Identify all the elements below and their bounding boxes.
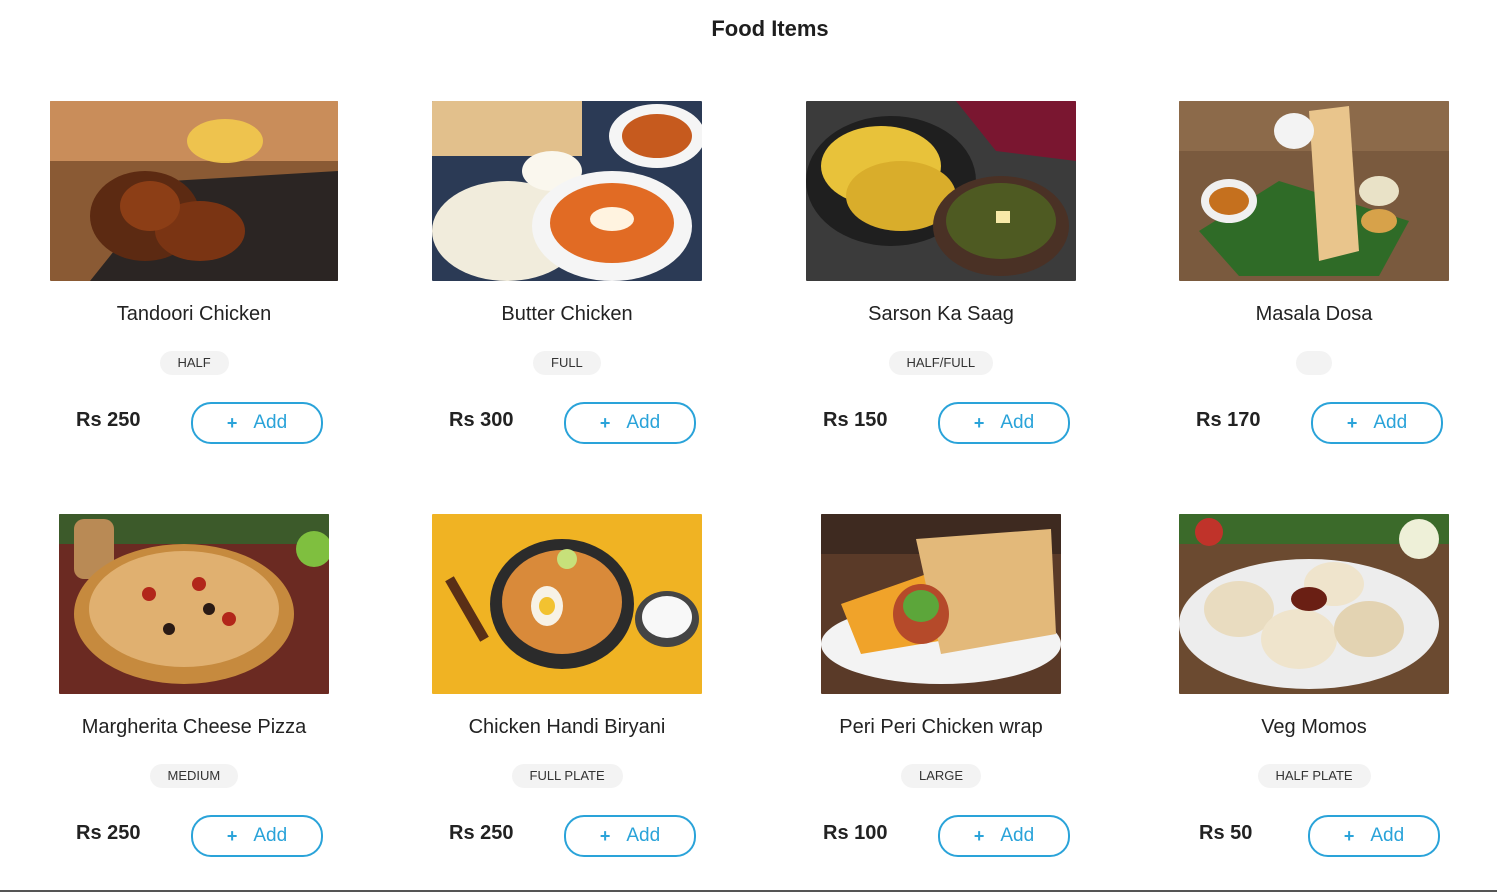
food-card-margherita-cheese-pizza: Margherita Cheese Pizza MEDIUM Rs 250 + … <box>44 514 344 857</box>
food-name: Veg Momos <box>1261 716 1367 738</box>
add-button[interactable]: + Add <box>191 402 323 444</box>
food-card-butter-chicken: Butter Chicken FULL Rs 300 + Add <box>417 101 717 444</box>
food-name: Margherita Cheese Pizza <box>81 716 307 738</box>
food-price: Rs 300 <box>449 409 514 431</box>
plus-icon: + <box>599 412 611 433</box>
page-title: Food Items <box>711 16 829 41</box>
food-image <box>432 514 702 694</box>
food-price: Rs 250 <box>76 822 141 844</box>
portion-tag <box>1296 351 1332 375</box>
plus-icon: + <box>1343 825 1355 846</box>
plus-icon: + <box>226 412 238 433</box>
food-card-sarson-ka-saag: Sarson Ka Saag HALF/FULL Rs 150 + Add <box>791 101 1091 444</box>
add-button[interactable]: + Add <box>1311 402 1443 444</box>
add-button[interactable]: + Add <box>564 402 696 444</box>
add-label: Add <box>1373 412 1408 433</box>
food-name: Peri Peri Chicken wrap <box>839 716 1043 738</box>
portion-tag: HALF/FULL <box>888 351 994 375</box>
food-card-chicken-handi-biryani: Chicken Handi Biryani FULL PLATE Rs 250 … <box>417 514 717 857</box>
food-card-masala-dosa: Masala Dosa Rs 170 + Add <box>1164 101 1464 444</box>
food-image <box>821 514 1061 694</box>
food-image <box>806 101 1076 281</box>
food-card-veg-momos: Veg Momos HALF PLATE Rs 50 + Add <box>1164 514 1464 857</box>
food-name: Sarson Ka Saag <box>868 303 1014 325</box>
add-label: Add <box>1000 412 1035 433</box>
food-price: Rs 250 <box>449 822 514 844</box>
plus-icon: + <box>599 825 611 846</box>
add-button[interactable]: + Add <box>191 815 323 857</box>
portion-tag: FULL <box>533 351 601 375</box>
add-button[interactable]: + Add <box>938 402 1070 444</box>
plus-icon: + <box>973 825 985 846</box>
portion-tag: HALF <box>159 351 229 375</box>
food-image <box>1179 101 1449 281</box>
add-label: Add <box>1000 825 1035 846</box>
plus-icon: + <box>973 412 985 433</box>
portion-tag: MEDIUM <box>149 764 239 788</box>
food-image <box>59 514 329 694</box>
add-button[interactable]: + Add <box>1308 815 1440 857</box>
add-button[interactable]: + Add <box>564 815 696 857</box>
food-card-peri-peri-chicken-wrap: Peri Peri Chicken wrap LARGE Rs 100 + Ad… <box>791 514 1091 857</box>
food-card-tandoori-chicken: Tandoori Chicken HALF Rs 250 + Add <box>44 101 344 444</box>
food-image <box>432 101 702 281</box>
add-button[interactable]: + Add <box>938 815 1070 857</box>
add-label: Add <box>253 825 288 846</box>
portion-tag: HALF PLATE <box>1257 764 1371 788</box>
food-name: Butter Chicken <box>501 303 633 325</box>
add-label: Add <box>253 412 288 433</box>
portion-tag: FULL PLATE <box>511 764 623 788</box>
add-label: Add <box>626 412 661 433</box>
food-price: Rs 50 <box>1199 822 1253 844</box>
food-name: Chicken Handi Biryani <box>468 716 666 738</box>
food-image <box>50 101 338 281</box>
food-name: Masala Dosa <box>1255 303 1373 325</box>
food-price: Rs 170 <box>1196 409 1261 431</box>
add-label: Add <box>1370 825 1405 846</box>
food-name: Tandoori Chicken <box>116 303 272 325</box>
portion-tag: LARGE <box>901 764 982 788</box>
plus-icon: + <box>1346 412 1358 433</box>
food-price: Rs 250 <box>76 409 141 431</box>
plus-icon: + <box>226 825 238 846</box>
food-price: Rs 100 <box>823 822 888 844</box>
add-label: Add <box>626 825 661 846</box>
food-image <box>1179 514 1449 694</box>
food-price: Rs 150 <box>823 409 888 431</box>
